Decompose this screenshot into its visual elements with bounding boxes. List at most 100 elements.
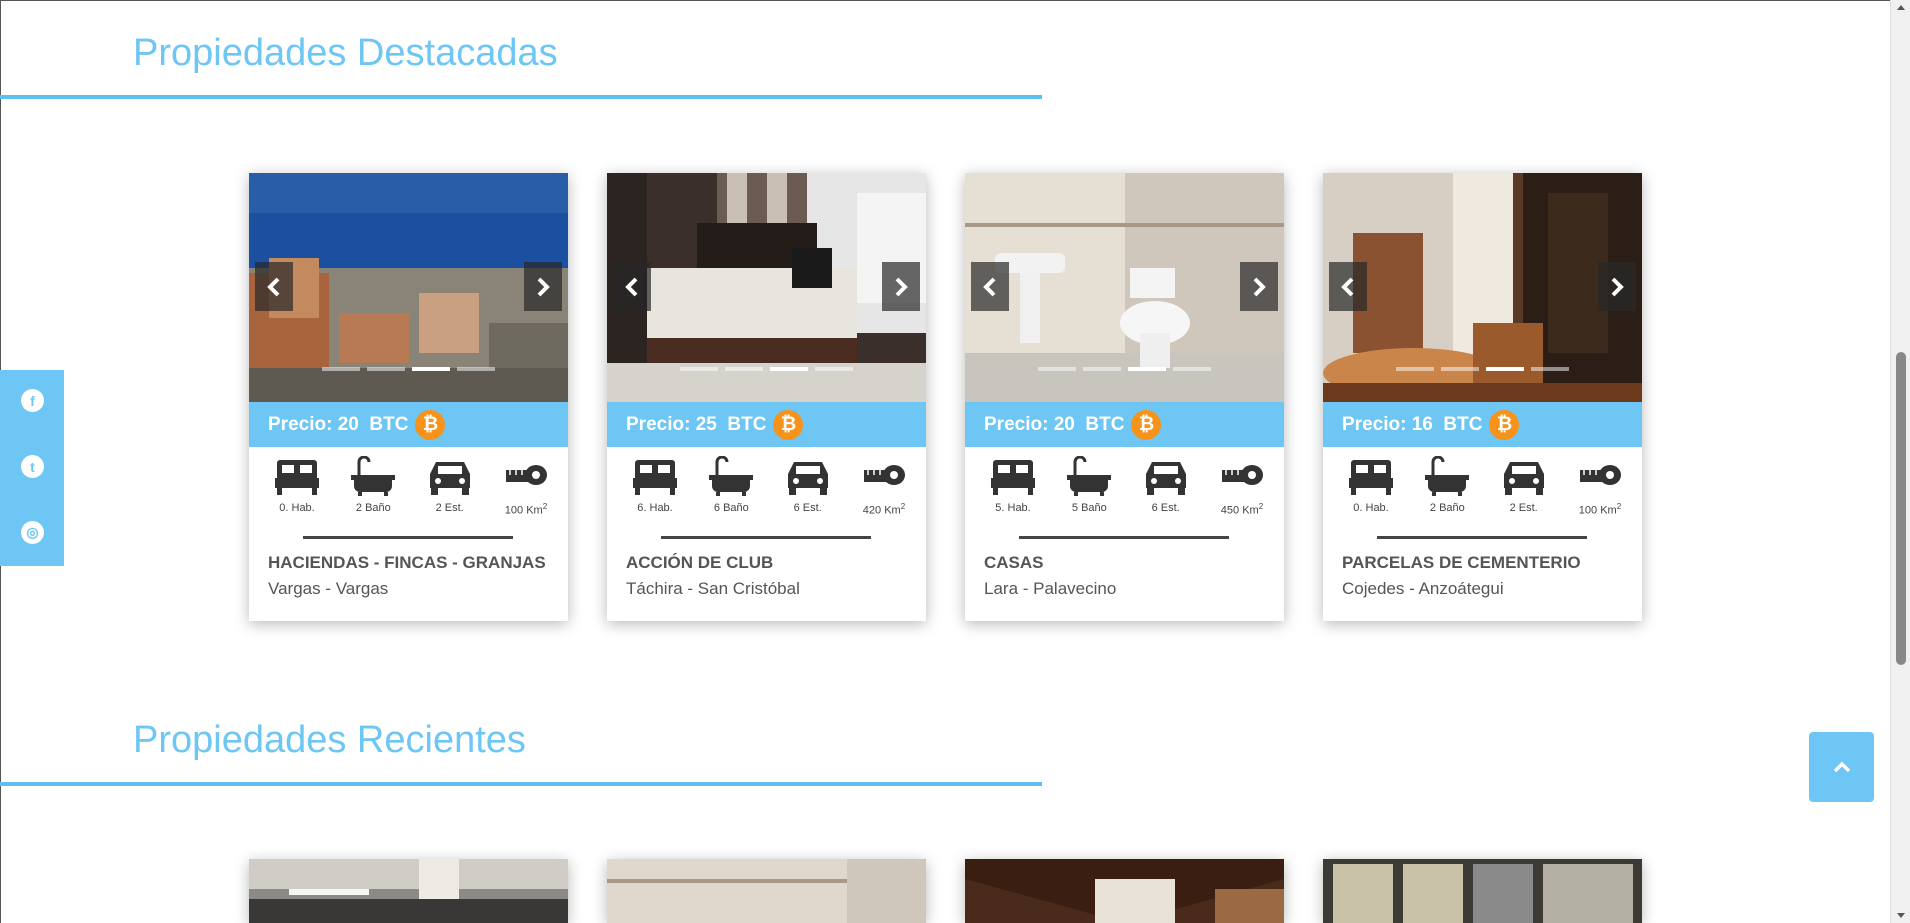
featured-section-title: Propiedades Destacadas xyxy=(133,32,558,74)
carousel-indicator-active[interactable] xyxy=(412,367,450,371)
area-feature: 450 Km2 xyxy=(1212,456,1272,536)
carousel-indicator[interactable] xyxy=(815,367,853,371)
property-card[interactable]: Precio: 16 BTC ₿ 0. Hab. 2 Baño 2 Est. 1… xyxy=(1323,173,1642,621)
bedrooms-feature: 0. Hab. xyxy=(1341,456,1401,536)
parking-label: 2 Est. xyxy=(1509,502,1538,514)
carousel-indicators xyxy=(1323,367,1642,371)
bedrooms-label: 6. Hab. xyxy=(637,502,673,514)
bathrooms-label: 6 Baño xyxy=(713,502,749,514)
parking-label: 2 Est. xyxy=(435,502,464,514)
parking-feature: 6 Est. xyxy=(1136,456,1196,536)
chevron-up-icon xyxy=(1833,761,1850,773)
carousel-next-button[interactable] xyxy=(1598,262,1636,311)
bedrooms-feature: 6. Hab. xyxy=(625,456,685,536)
facebook-icon[interactable]: f xyxy=(21,389,44,412)
area-value: 100 Km xyxy=(1578,504,1617,517)
car-icon xyxy=(1145,462,1186,495)
vertical-scrollbar[interactable] xyxy=(1890,0,1910,923)
bed-icon xyxy=(275,460,319,495)
property-category[interactable]: CASAS xyxy=(984,553,1044,573)
bitcoin-icon: ₿ xyxy=(1489,409,1520,440)
bed-icon xyxy=(1349,460,1393,495)
tape-measure-icon xyxy=(1221,465,1263,485)
parking-feature: 6 Est. xyxy=(778,456,838,536)
area-label: 100 Km2 xyxy=(1579,502,1621,517)
property-photo-carousel[interactable] xyxy=(607,173,926,402)
tape-measure-icon xyxy=(1579,465,1621,485)
card-divider xyxy=(1019,536,1229,539)
carousel-indicators xyxy=(249,367,568,371)
scrollbar-thumb[interactable] xyxy=(1896,352,1906,665)
area-feature: 100 Km2 xyxy=(1570,456,1630,536)
carousel-indicator[interactable] xyxy=(1396,367,1434,371)
property-category[interactable]: ACCIÓN DE CLUB xyxy=(626,553,773,573)
instagram-icon[interactable]: ◎ xyxy=(21,521,44,544)
property-location: Lara - Palavecino xyxy=(984,579,1117,598)
property-card[interactable]: Precio: 25 BTC ₿ 6. Hab. 6 Baño 6 Est. 4… xyxy=(607,173,926,621)
carousel-indicator-active[interactable] xyxy=(1486,367,1524,371)
property-category[interactable]: PARCELAS DE CEMENTERIO xyxy=(1342,553,1581,573)
area-label: 420 Km2 xyxy=(863,502,905,517)
carousel-indicator-active[interactable] xyxy=(770,367,808,371)
carousel-next-button[interactable] xyxy=(1240,262,1278,311)
property-category[interactable]: HACIENDAS - FINCAS - GRANJAS xyxy=(268,553,546,573)
recent-property-card[interactable] xyxy=(249,859,568,923)
carousel-indicator[interactable] xyxy=(1083,367,1121,371)
carousel-indicator[interactable] xyxy=(367,367,405,371)
car-icon xyxy=(429,462,470,495)
property-photo-carousel[interactable] xyxy=(965,173,1284,402)
carousel-indicator[interactable] xyxy=(1038,367,1076,371)
recent-section-title: Propiedades Recientes xyxy=(133,719,526,761)
bedrooms-feature: 5. Hab. xyxy=(983,456,1043,536)
scroll-down-arrow[interactable] xyxy=(1897,913,1905,918)
area-feature: 100 Km2 xyxy=(496,456,556,536)
recent-property-card[interactable] xyxy=(607,859,926,923)
property-location: Cojedes - Anzoátegui xyxy=(1342,579,1504,598)
carousel-indicator-active[interactable] xyxy=(1128,367,1166,371)
carousel-indicator[interactable] xyxy=(1531,367,1569,371)
carousel-prev-button[interactable] xyxy=(971,262,1009,311)
scroll-up-arrow[interactable] xyxy=(1897,5,1905,10)
carousel-indicator[interactable] xyxy=(1173,367,1211,371)
area-unit-exponent: 2 xyxy=(1258,502,1264,511)
twitter-icon[interactable]: t xyxy=(21,455,44,478)
carousel-prev-button[interactable] xyxy=(613,262,651,311)
property-features: 0. Hab. 2 Baño 2 Est. 100 Km2 xyxy=(249,456,568,536)
carousel-indicator[interactable] xyxy=(322,367,360,371)
carousel-indicator[interactable] xyxy=(725,367,763,371)
property-photo xyxy=(607,859,926,923)
property-location: Táchira - San Cristóbal xyxy=(626,579,800,598)
tape-measure-icon xyxy=(863,465,905,485)
price-bar: Precio: 16 BTC ₿ xyxy=(1323,402,1642,447)
carousel-indicator[interactable] xyxy=(680,367,718,371)
bathrooms-label: 5 Baño xyxy=(1071,502,1107,514)
carousel-next-button[interactable] xyxy=(524,262,562,311)
bathrooms-label: 2 Baño xyxy=(355,502,391,514)
social-sidebar: f t ◎ xyxy=(0,370,64,566)
recent-property-card[interactable] xyxy=(1323,859,1642,923)
bedrooms-feature: 0. Hab. xyxy=(267,456,327,536)
carousel-prev-button[interactable] xyxy=(1329,262,1367,311)
property-features: 5. Hab. 5 Baño 6 Est. 450 Km2 xyxy=(965,456,1284,536)
property-card[interactable]: Precio: 20 BTC ₿ 5. Hab. 5 Baño 6 Est. 4… xyxy=(965,173,1284,621)
carousel-indicator[interactable] xyxy=(457,367,495,371)
property-card[interactable]: Precio: 20 BTC ₿ 0. Hab. 2 Baño 2 Est. 1… xyxy=(249,173,568,621)
bitcoin-icon: ₿ xyxy=(1131,409,1162,440)
property-features: 6. Hab. 6 Baño 6 Est. 420 Km2 xyxy=(607,456,926,536)
bed-icon xyxy=(633,460,677,495)
back-to-top-button[interactable] xyxy=(1809,732,1874,802)
property-photo-carousel[interactable] xyxy=(1323,173,1642,402)
parking-label: 6 Est. xyxy=(1151,502,1180,514)
carousel-prev-button[interactable] xyxy=(255,262,293,311)
area-value: 100 Km xyxy=(504,504,543,517)
parking-label: 6 Est. xyxy=(793,502,822,514)
bathtub-icon xyxy=(351,456,396,496)
price-label: Precio: 25 BTC xyxy=(626,413,767,435)
carousel-next-button[interactable] xyxy=(882,262,920,311)
property-photo-carousel[interactable] xyxy=(249,173,568,402)
recent-property-card[interactable] xyxy=(965,859,1284,923)
bathrooms-feature: 2 Baño xyxy=(343,456,403,536)
carousel-indicator[interactable] xyxy=(1441,367,1479,371)
property-photo xyxy=(249,859,568,923)
chevron-right-icon xyxy=(537,277,550,296)
